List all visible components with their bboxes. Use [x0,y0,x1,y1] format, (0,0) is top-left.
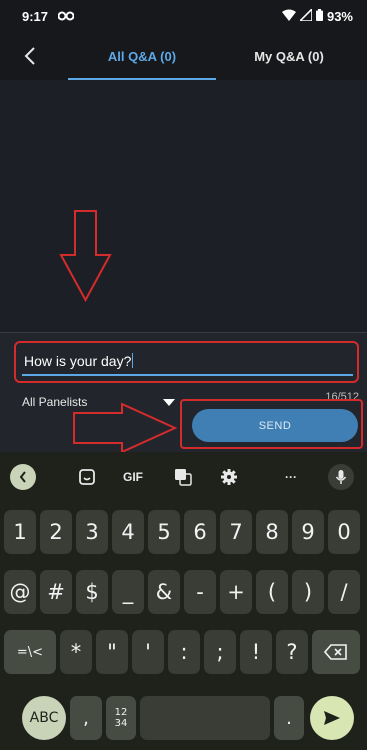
key-backspace[interactable] [312,630,360,674]
send-button[interactable]: SEND [192,409,358,442]
qa-list-area [0,80,367,332]
collapse-toolbar-button[interactable] [10,464,36,490]
send-arrow-icon [324,711,340,725]
key-at[interactable]: @ [4,570,36,614]
compose-panel: How is your day? 16/512 All Panelists SE… [0,332,367,452]
question-input[interactable]: How is your day? [24,353,134,369]
mic-icon [335,470,347,484]
key-space[interactable] [140,696,270,740]
key-more-symbols[interactable]: =\< [4,630,56,674]
key-6[interactable]: 6 [184,510,216,554]
key-colon[interactable]: : [168,630,200,674]
key-dollar[interactable]: $ [76,570,108,614]
key-1[interactable]: 1 [4,510,36,554]
key-exclamation[interactable]: ! [240,630,272,674]
signal-icon [298,6,313,24]
key-period[interactable]: . [274,696,304,740]
question-input-value: How is your day? [24,353,132,369]
key-9[interactable]: 9 [292,510,324,554]
key-question[interactable]: ? [276,630,308,674]
key-plus[interactable]: + [220,570,252,614]
key-open-paren[interactable]: ( [256,570,288,614]
translate-icon [175,469,192,486]
key-single-quote[interactable]: ' [132,630,164,674]
back-button[interactable] [16,42,44,70]
key-abc[interactable]: ABC [22,696,66,740]
key-8[interactable]: 8 [256,510,288,554]
top-navigation: All Q&A (0) My Q&A (0) [0,32,367,80]
gif-button[interactable]: GIF [118,464,148,490]
key-ampersand[interactable]: & [148,570,180,614]
key-numpad[interactable]: 12 34 [106,696,136,740]
key-3[interactable]: 3 [76,510,108,554]
settings-button[interactable] [216,464,242,490]
tab-all-qa[interactable]: All Q&A (0) [68,32,216,80]
key-minus[interactable]: - [184,570,216,614]
keyboard-toolbar: GIF ··· [0,452,367,502]
key-underscore[interactable]: _ [112,570,144,614]
recipient-select[interactable]: All Panelists [22,395,87,409]
status-bar: 9:17 93% [0,0,367,32]
key-semicolon[interactable]: ; [204,630,236,674]
chevron-left-icon [19,471,26,483]
key-4[interactable]: 4 [112,510,144,554]
voice-input-button[interactable] [328,464,354,490]
key-send[interactable] [310,696,354,740]
notification-icon [57,9,75,24]
battery-icon [315,8,323,24]
key-slash[interactable]: / [328,570,360,614]
wifi-icon [281,9,296,24]
question-input-highlight: How is your day? [14,341,359,383]
sticker-icon [79,469,95,485]
battery-percent: 93% [326,8,353,24]
key-asterisk[interactable]: * [60,630,92,674]
symbol-keyboard: 1 2 3 4 5 6 7 8 9 0 @ # $ _ & - + ( ) / … [0,502,367,750]
translate-button[interactable] [170,464,196,490]
input-underline [22,374,353,376]
key-comma[interactable]: , [70,696,102,740]
tab-my-qa[interactable]: My Q&A (0) [216,32,362,80]
sticker-button[interactable] [74,464,100,490]
key-0[interactable]: 0 [328,510,360,554]
settings-icon [221,469,237,485]
key-7[interactable]: 7 [220,510,252,554]
text-cursor [132,353,134,368]
clock: 9:17 [22,8,49,24]
back-icon [24,47,35,65]
key-hash[interactable]: # [40,570,72,614]
key-double-quote[interactable]: " [96,630,128,674]
key-2[interactable]: 2 [40,510,72,554]
dropdown-caret-icon[interactable] [163,399,175,406]
more-options-button[interactable]: ··· [276,464,306,490]
backspace-icon [324,644,347,660]
key-close-paren[interactable]: ) [292,570,324,614]
key-5[interactable]: 5 [148,510,180,554]
